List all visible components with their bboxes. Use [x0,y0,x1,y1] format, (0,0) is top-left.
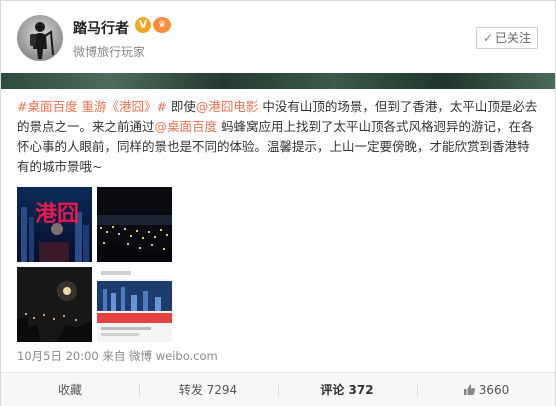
verified-v-icon: V [135,17,151,33]
like-count: 3660 [478,383,510,397]
photo-peak-moon[interactable] [17,267,92,342]
follow-label: 已关注 [495,31,532,45]
post-header: 踏马行者 V ♛ 微博旅行玩家 ✓ 已关注 [1,1,555,73]
mention-link[interactable]: @港囧电影 [196,99,259,114]
like-button[interactable]: 3660 [417,373,555,406]
weibo-post-card: 踏马行者 V ♛ 微博旅行玩家 ✓ 已关注 #桌面百度 重游《港囧》# 即使@港囧… [0,0,556,406]
repost-label: 转发 7294 [178,383,238,397]
follow-button[interactable]: ✓ 已关注 [476,27,538,49]
check-icon: ✓ [482,31,494,45]
favorite-button[interactable]: 收藏 [1,373,139,406]
photo-night-city[interactable] [97,187,172,262]
hiker-silhouette-icon [30,22,54,59]
photo-gangjiong-poster[interactable]: 港囧 [17,187,92,262]
thumbs-up-icon [463,384,475,395]
mention-link[interactable]: @桌面百度 [155,119,218,134]
comment-button[interactable]: 评论 372 [278,373,416,406]
favorite-label: 收藏 [57,383,82,397]
hashtag-link[interactable]: #桌面百度 重游《港囧》# [17,99,167,114]
comment-label: 评论 372 [320,383,374,397]
avatar[interactable] [17,15,63,61]
vip-icon[interactable]: ♛ [153,17,171,33]
action-bar: 收藏 转发 7294 评论 372 3660 [1,372,555,406]
post-meta: 10月5日 20:00 来自 微博 weibo.com [17,349,218,363]
cover-banner [1,73,555,89]
user-name[interactable]: 踏马行者 [73,18,129,38]
post-text-segment: 即使 [166,99,196,114]
repost-button[interactable]: 转发 7294 [139,373,277,406]
user-description[interactable]: 微博旅行玩家 [73,43,145,60]
poster-title-text: 港囧 [35,202,79,227]
post-text: #桌面百度 重游《港囧》# 即使@港囧电影 中没有山顶的场景，但到了香港，太平山… [17,97,541,177]
photo-app-screenshot[interactable] [97,267,172,342]
